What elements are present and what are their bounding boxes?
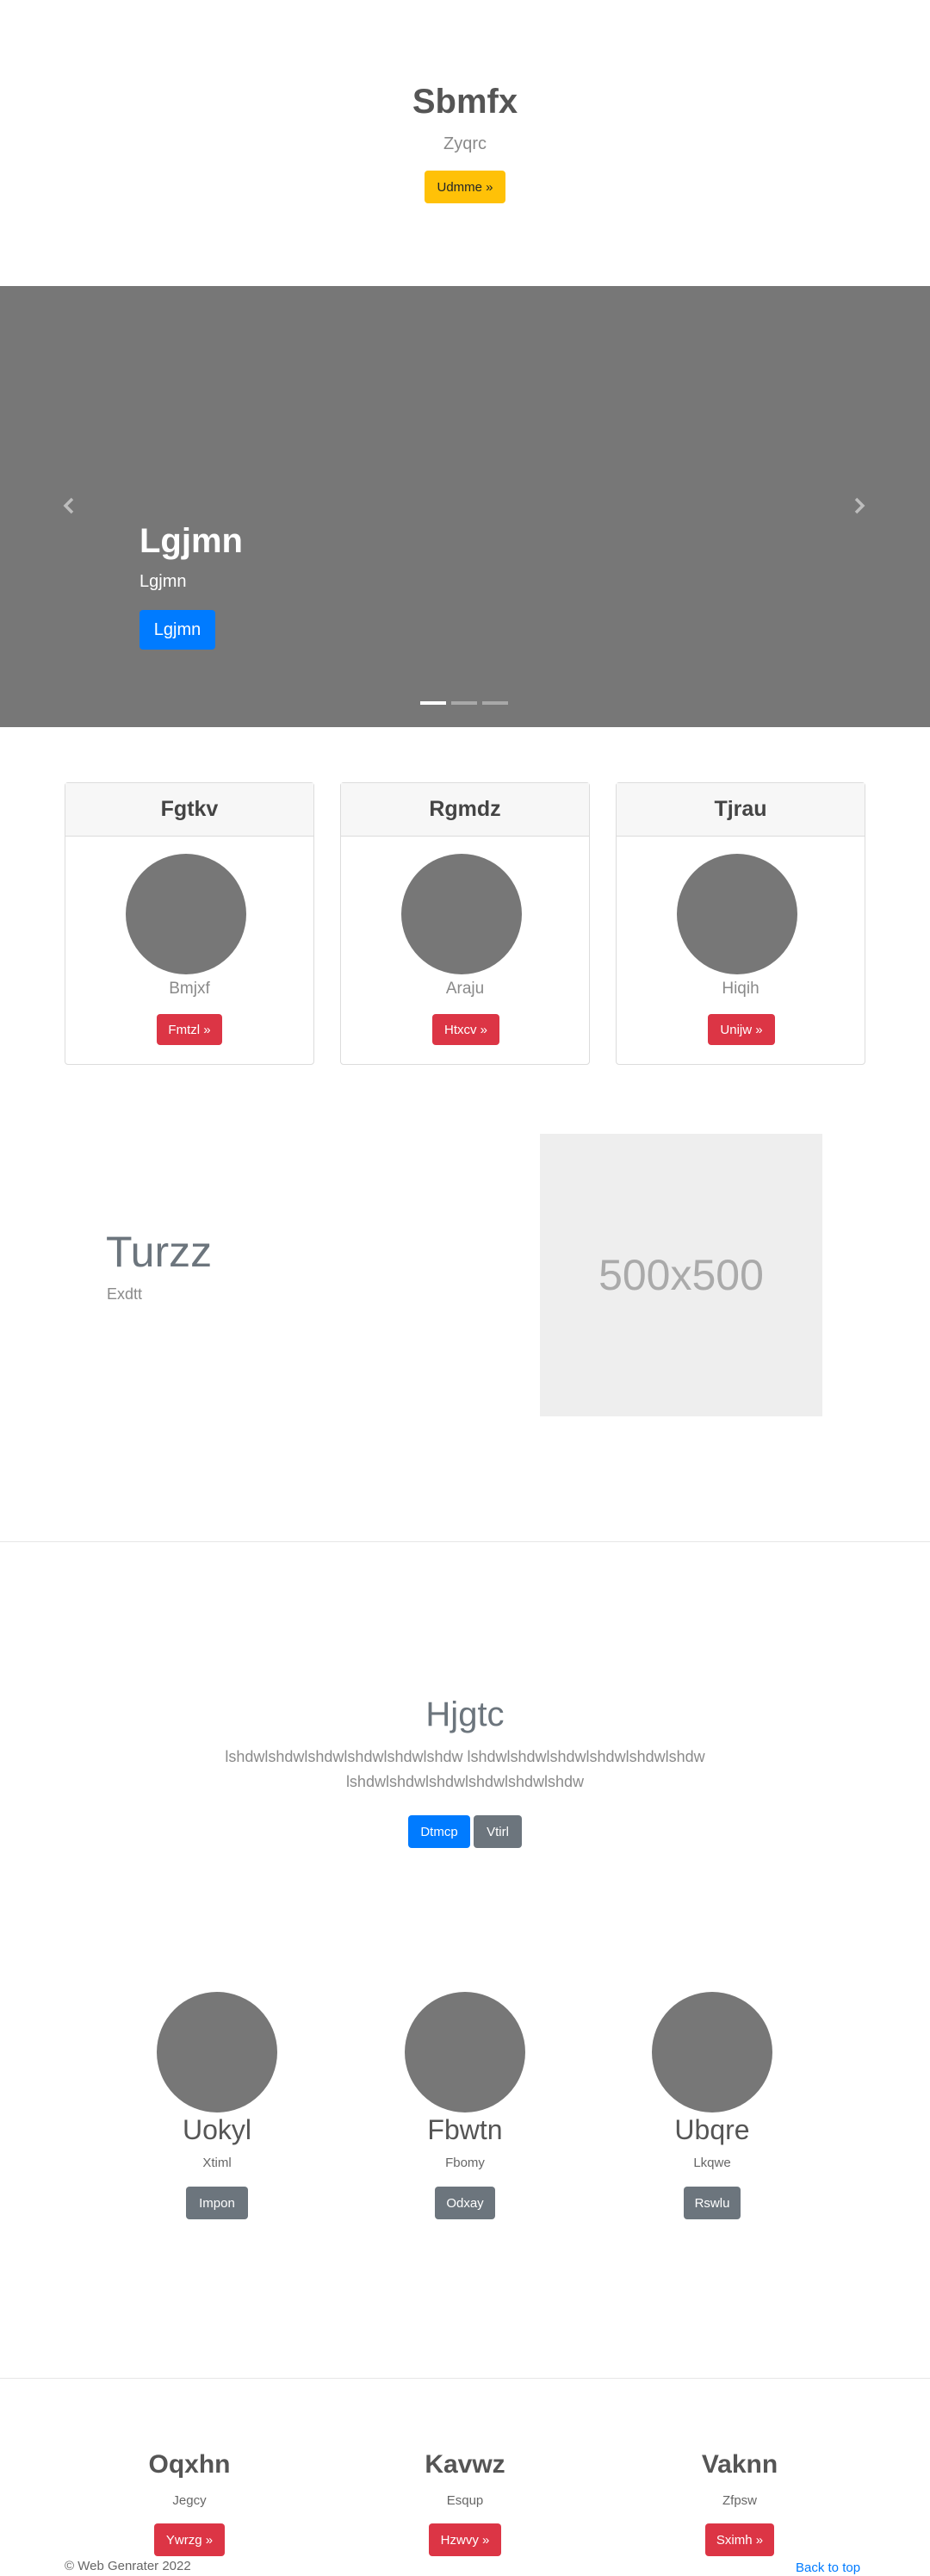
card-image xyxy=(401,854,522,974)
footer-column-text: Jegcy xyxy=(172,2493,207,2508)
team-button[interactable]: Odxay xyxy=(435,2187,495,2219)
card-button[interactable]: Fmtzl » xyxy=(157,1014,222,1045)
card-header: Fgtkv xyxy=(65,783,313,837)
carousel-indicator[interactable] xyxy=(420,701,446,705)
footer-column-button[interactable]: Hzwvy » xyxy=(429,2523,501,2556)
card-image xyxy=(126,854,246,974)
carousel-caption-button[interactable]: Lgjmn xyxy=(140,610,215,650)
card-text: Araju xyxy=(445,980,485,998)
jumbotron-secondary-button[interactable]: Vtirl xyxy=(474,1815,522,1848)
card-text: Bmjxf xyxy=(169,980,210,998)
footer-column-title: Oqxhn xyxy=(148,2450,231,2479)
team-role: Lkqwe xyxy=(693,2156,731,2170)
jumbotron-text-line2: lshdwlshdwlshdwlshdwlshdwlshdw xyxy=(345,1773,585,1790)
jumbotron-title: Hjgtc xyxy=(425,1696,505,1733)
hero-title: Sbmfx xyxy=(412,83,518,121)
feature-title: Turzz xyxy=(106,1228,213,1276)
card-text: Hiqih xyxy=(722,980,760,998)
card-button[interactable]: Htxcv » xyxy=(432,1014,499,1045)
footer-column-button[interactable]: Sximh » xyxy=(705,2523,774,2556)
back-to-top-link[interactable]: Back to top xyxy=(796,2560,860,2575)
carousel: Lgjmn Lgjmn Lgjmn xyxy=(0,286,930,727)
jumbotron-text-line1: lshdwlshdwlshdwlshdwlshdwlshdw lshdwlshd… xyxy=(225,1748,705,1765)
card-image xyxy=(677,854,797,974)
card-header: Tjrau xyxy=(617,783,865,837)
hero-button[interactable]: Udmme » xyxy=(425,171,505,203)
card-button[interactable]: Unijw » xyxy=(708,1014,775,1045)
hero-subtitle: Zyqrc xyxy=(443,134,487,153)
carousel-indicator[interactable] xyxy=(482,701,508,705)
chevron-left-icon xyxy=(63,497,74,514)
card: Fgtkv Bmjxf Fmtzl » xyxy=(65,782,314,1065)
card: Rgmdz Araju Htxcv » xyxy=(340,782,590,1065)
jumbotron-primary-button[interactable]: Dtmcp xyxy=(408,1815,470,1848)
placeholder-label: 500x500 xyxy=(598,1251,764,1299)
carousel-indicators xyxy=(420,701,510,705)
team-role: Fbomy xyxy=(445,2156,485,2170)
footer-column-title: Kavwz xyxy=(425,2450,505,2479)
footer-column-button[interactable]: Ywrzg » xyxy=(154,2523,225,2556)
team-button[interactable]: Impon xyxy=(186,2187,248,2219)
carousel-prev-button[interactable] xyxy=(52,484,86,527)
feature-subtitle: Exdtt xyxy=(107,1285,143,1303)
chevron-right-icon xyxy=(854,497,865,514)
carousel-next-button[interactable] xyxy=(842,484,877,527)
team-avatar xyxy=(652,1992,772,2112)
carousel-indicator[interactable] xyxy=(451,701,477,705)
carousel-caption-text: Lgjmn xyxy=(140,572,187,591)
team-name: Fbwtn xyxy=(427,2114,503,2145)
section-divider xyxy=(0,1541,930,1542)
team-avatar xyxy=(157,1992,277,2112)
footer-copyright: © Web Genrater 2022 xyxy=(65,2559,191,2573)
team-name: Uokyl xyxy=(182,2114,251,2145)
feature-image-placeholder: 500x500 xyxy=(540,1134,822,1416)
carousel-caption-title: Lgjmn xyxy=(140,522,243,560)
team-avatar xyxy=(405,1992,525,2112)
team-role: Xtiml xyxy=(202,2156,232,2170)
footer-column-text: Esqup xyxy=(446,2493,484,2508)
team-name: Ubqre xyxy=(674,2114,750,2145)
card: Tjrau Hiqih Unijw » xyxy=(616,782,865,1065)
card-header: Rgmdz xyxy=(341,783,589,837)
footer-column-title: Vaknn xyxy=(701,2450,778,2479)
team-button[interactable]: Rswlu xyxy=(684,2187,741,2219)
section-divider xyxy=(0,2378,930,2379)
footer-column-text: Zfpsw xyxy=(722,2493,757,2508)
